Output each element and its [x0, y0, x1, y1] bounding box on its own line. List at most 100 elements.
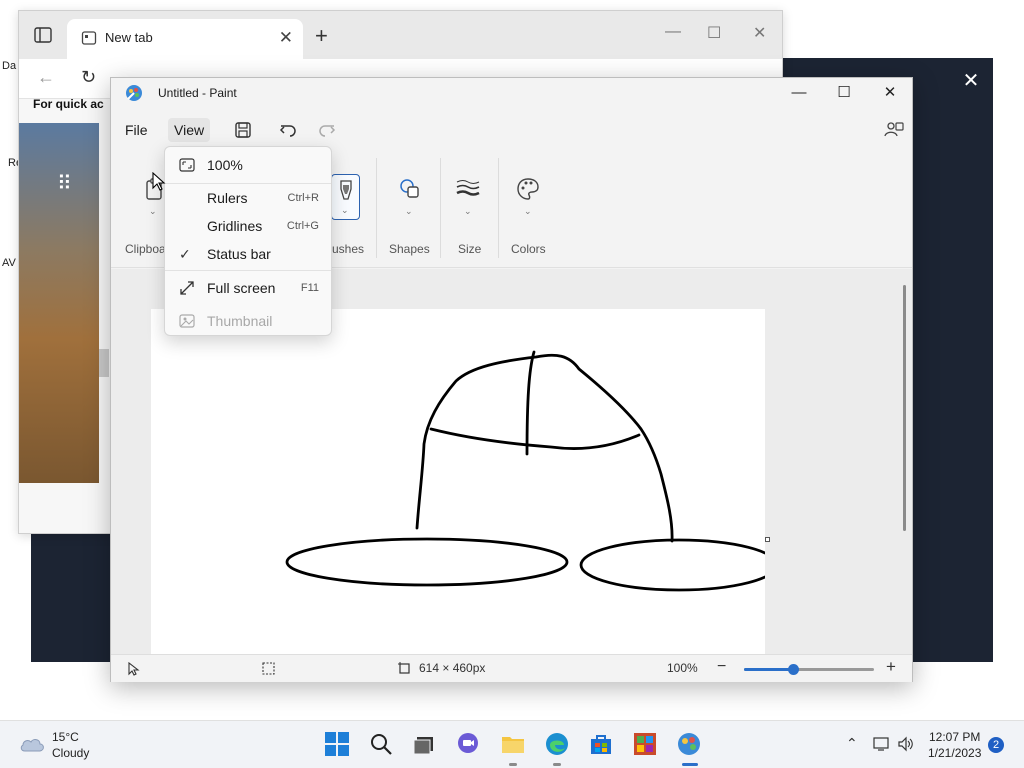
divider — [165, 183, 331, 184]
zoom-slider-thumb[interactable] — [788, 664, 800, 675]
colors-group[interactable]: ⌄ Colors — [510, 150, 550, 268]
shapes-group[interactable]: ⌄ Shapes — [389, 150, 430, 268]
menu-view[interactable]: View — [168, 118, 211, 142]
canvas-resize-handle[interactable] — [765, 537, 770, 542]
taskbar: 15°C Cloudy ⌃ 12:07 PM 1/21/2023 2 — [0, 720, 1024, 768]
volume-icon[interactable] — [897, 736, 915, 752]
cursor-position-icon — [128, 662, 140, 676]
running-indicator — [553, 763, 561, 766]
brush-icon — [340, 180, 352, 200]
zoom-in-button[interactable]: + — [886, 657, 896, 677]
close-button[interactable]: ✕ — [875, 82, 905, 104]
divider — [440, 158, 441, 258]
menu-item-full-screen[interactable]: Full screen F11 — [165, 275, 331, 301]
divider — [498, 158, 499, 258]
tab-title: New tab — [105, 30, 153, 45]
menu-file[interactable]: File — [119, 118, 154, 142]
chat-icon[interactable] — [455, 731, 481, 757]
browser-tabstrip: New tab ✕ + — ☐ ✕ — [19, 11, 782, 59]
undo-icon[interactable] — [277, 119, 299, 141]
size-icon — [456, 180, 480, 196]
scrollbar[interactable] — [99, 349, 109, 377]
network-icon[interactable] — [873, 736, 891, 752]
menu-item-label: Status bar — [207, 246, 271, 262]
zoom-out-button[interactable]: − — [717, 658, 726, 676]
maximize-icon[interactable]: ☐ — [707, 23, 721, 43]
thumbnail-icon — [179, 314, 195, 328]
mouse-cursor-icon — [152, 172, 166, 191]
paint-taskbar-icon[interactable] — [676, 731, 702, 757]
menu-item-label: Thumbnail — [207, 313, 273, 329]
group-label: Clipboa — [125, 242, 166, 256]
task-view-icon[interactable] — [411, 731, 437, 757]
store-icon[interactable] — [588, 731, 614, 757]
minimize-icon[interactable]: — — [665, 23, 681, 41]
edge-icon[interactable] — [544, 731, 570, 757]
chevron-down-icon: ⌄ — [341, 205, 349, 215]
group-label: Colors — [511, 242, 546, 256]
apps-grid-icon[interactable]: ⠿ — [57, 171, 74, 196]
close-tab-icon[interactable]: ✕ — [279, 28, 293, 48]
chevron-down-icon: ⌄ — [149, 206, 157, 216]
group-label: Shapes — [389, 242, 430, 256]
checkmark-icon: ✓ — [179, 246, 191, 262]
minimize-button[interactable]: — — [784, 82, 814, 104]
selection-size-icon — [262, 662, 275, 675]
notification-badge[interactable]: 2 — [988, 737, 1004, 753]
weather-description[interactable]: Cloudy — [52, 746, 89, 760]
close-icon[interactable]: ✕ — [753, 23, 766, 43]
title-bar[interactable]: Untitled - Paint — ☐ ✕ — [111, 78, 912, 108]
menu-item-status-bar[interactable]: ✓ Status bar — [165, 241, 331, 267]
new-tab-button[interactable]: + — [315, 23, 328, 49]
tab-actions-icon[interactable] — [33, 25, 53, 45]
chevron-up-icon[interactable]: ⌃ — [846, 735, 858, 752]
search-icon[interactable] — [368, 731, 394, 757]
app-icon[interactable] — [632, 731, 658, 757]
paint-app-icon — [126, 85, 142, 101]
chevron-down-icon: ⌄ — [524, 206, 532, 216]
zoom-slider-fill — [744, 668, 794, 671]
menu-item-label: Rulers — [207, 190, 248, 206]
refresh-icon[interactable]: ↻ — [81, 67, 96, 88]
desktop-label[interactable]: AV — [2, 257, 16, 269]
chevron-down-icon: ⌄ — [464, 206, 472, 216]
close-icon[interactable]: ✕ — [957, 67, 985, 95]
divider — [165, 270, 331, 271]
redo-icon[interactable] — [316, 119, 338, 141]
file-explorer-icon[interactable] — [500, 731, 526, 757]
cloud-icon[interactable] — [18, 734, 46, 754]
status-bar: 614 × 460px 100% − + — [111, 654, 912, 682]
canvas-size: 614 × 460px — [419, 661, 486, 675]
account-icon[interactable] — [883, 119, 905, 141]
brushes-selected[interactable]: ⌄ — [331, 174, 360, 220]
clock-time[interactable]: 12:07 PM — [929, 730, 980, 744]
quick-access-text: For quick ac — [33, 97, 104, 111]
menu-item-rulers[interactable]: Rulers Ctrl+R — [165, 185, 331, 211]
window-title: Untitled - Paint — [158, 86, 237, 100]
desktop-label[interactable]: Da — [2, 60, 16, 72]
chevron-down-icon: ⌄ — [405, 206, 413, 216]
windows-start-icon[interactable] — [324, 731, 350, 757]
menu-item-zoom-100[interactable]: 100% — [165, 152, 331, 178]
view-menu-dropdown: 100% Rulers Ctrl+R Gridlines Ctrl+G ✓ St… — [164, 146, 332, 336]
zoom-fit-icon — [179, 158, 195, 172]
divider — [376, 158, 377, 258]
size-group[interactable]: ⌄ Size — [455, 150, 485, 268]
shortcut-label: Ctrl+G — [286, 220, 319, 232]
clock-date[interactable]: 1/21/2023 — [928, 746, 981, 760]
vertical-scrollbar[interactable] — [903, 285, 906, 531]
running-indicator — [509, 763, 517, 766]
browser-tab[interactable]: New tab ✕ — [67, 19, 303, 59]
zoom-slider[interactable] — [744, 664, 874, 675]
save-icon[interactable] — [232, 119, 254, 141]
drawing-canvas[interactable] — [151, 309, 765, 654]
menu-item-gridlines[interactable]: Gridlines Ctrl+G — [165, 213, 331, 239]
menu-item-label: Gridlines — [207, 218, 263, 234]
menu-bar: File View — [111, 112, 912, 146]
weather-temperature[interactable]: 15°C — [52, 730, 79, 744]
group-label: ushes — [332, 242, 365, 256]
maximize-button[interactable]: ☐ — [829, 82, 859, 104]
back-icon[interactable]: ← — [37, 67, 55, 88]
menu-item-label: 100% — [207, 157, 243, 173]
zoom-level: 100% — [667, 661, 698, 675]
